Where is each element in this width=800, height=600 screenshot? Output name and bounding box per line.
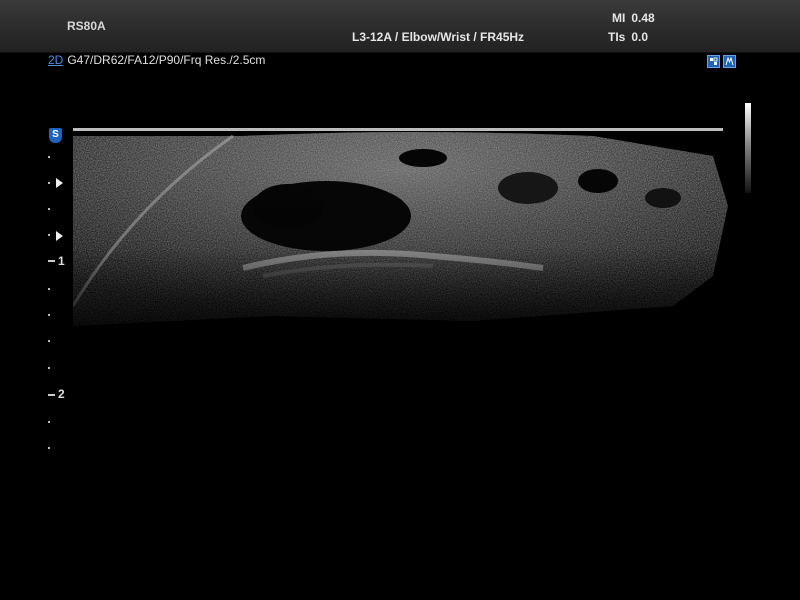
probe-preset: L3-12A / Elbow/Wrist / FR45Hz	[352, 30, 525, 44]
imaging-parameters: 2D G47/DR62/FA12/P90/Frq Res./2.5cm	[48, 53, 265, 67]
depth-scale-dot	[48, 367, 50, 369]
status-icons	[707, 55, 736, 68]
measure-status-icon[interactable]	[723, 55, 736, 68]
depth-tick	[48, 394, 55, 396]
mechanical-index: MI 0.48	[612, 11, 655, 25]
focus-marker-icon[interactable]	[56, 231, 63, 241]
depth-scale-dot	[48, 447, 50, 449]
depth-scale-dot	[48, 421, 50, 423]
tis-value: 0.0	[631, 30, 649, 44]
depth-scale-dot	[48, 208, 50, 210]
depth-attenuation	[73, 126, 728, 346]
depth-scale-dot	[48, 234, 50, 236]
parameter-text: G47/DR62/FA12/P90/Frq Res./2.5cm	[67, 53, 266, 67]
depth-label-1: 1	[58, 254, 65, 268]
scale-badge: S	[49, 128, 62, 143]
depth-tick	[48, 260, 55, 262]
depth-scale-dot	[48, 156, 50, 158]
depth-scale-dot	[48, 314, 50, 316]
mode-link[interactable]: 2D	[48, 53, 63, 67]
focus-marker-icon[interactable]	[56, 178, 63, 188]
device-model: RS80A	[67, 19, 106, 33]
depth-scale-dot	[48, 288, 50, 290]
freeze-status-icon[interactable]	[707, 55, 720, 68]
grayscale-bar	[745, 103, 751, 193]
mi-value: 0.48	[631, 11, 655, 25]
depth-scale-dot	[48, 182, 50, 184]
mi-label: MI	[612, 11, 626, 25]
top-info-bar: RS80A L3-12A / Elbow/Wrist / FR45Hz MI 0.…	[0, 0, 800, 53]
thermal-index: TIs 0.0	[608, 30, 648, 44]
ultrasound-image[interactable]	[73, 126, 728, 346]
depth-label-2: 2	[58, 387, 65, 401]
depth-scale-dot	[48, 340, 50, 342]
tis-label: TIs	[608, 30, 626, 44]
